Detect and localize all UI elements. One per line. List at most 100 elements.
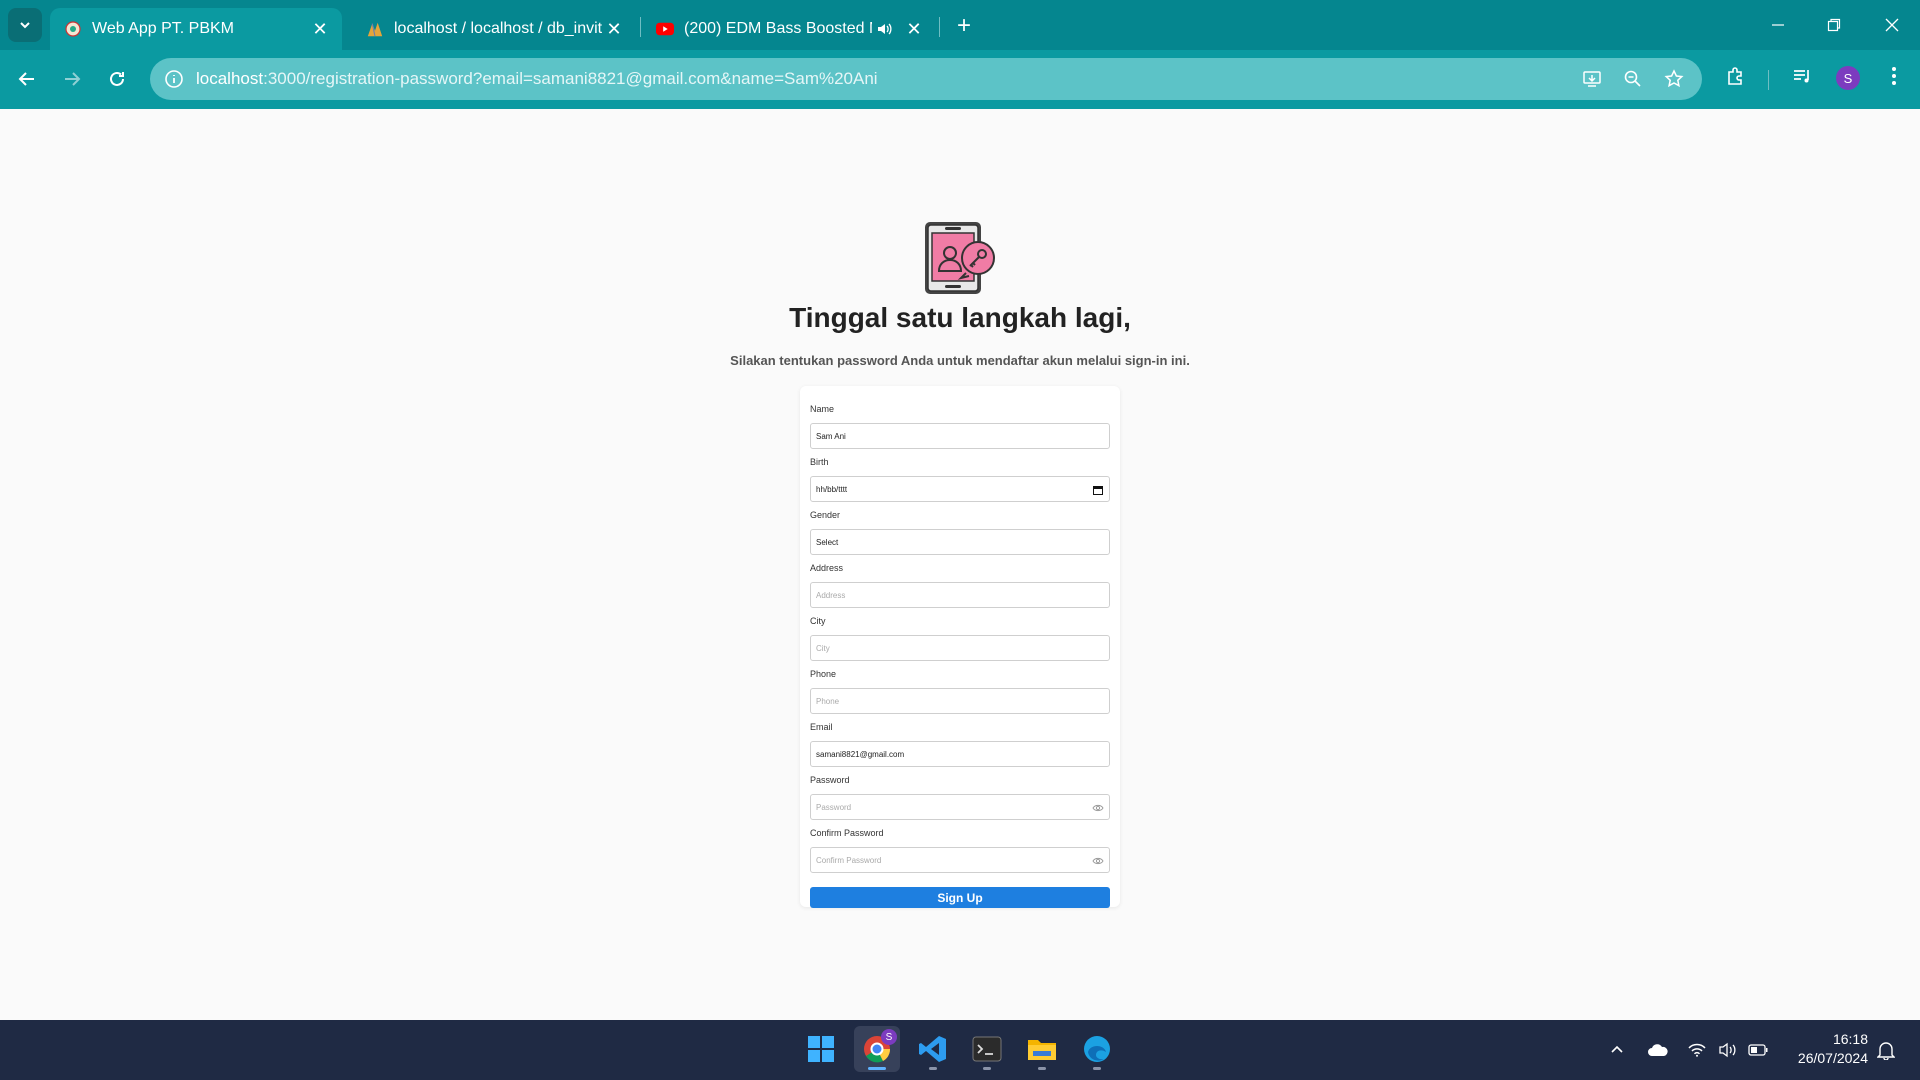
birth-date-input[interactable]: hh/bb/tttt: [810, 476, 1110, 502]
tab-strip: Web App PT. PBKM ✕ localhost / localhost…: [0, 0, 1920, 50]
browser-chrome: Web App PT. PBKM ✕ localhost / localhost…: [0, 0, 1920, 109]
tab-search-button[interactable]: [8, 8, 42, 42]
clock-date: 26/07/2024: [1797, 1050, 1868, 1066]
browser-menu-icon[interactable]: [1880, 62, 1908, 90]
birth-value: hh/bb/tttt: [816, 484, 848, 494]
url-path: :3000/registration-password?email=samani…: [263, 69, 878, 88]
password-input[interactable]: Password: [810, 794, 1110, 820]
address-field-group: Address Address: [810, 563, 1110, 608]
tab-title: Web App PT. PBKM: [92, 20, 234, 37]
sign-up-button[interactable]: Sign Up: [810, 887, 1110, 908]
taskbar-vscode[interactable]: [910, 1026, 956, 1072]
terminal-icon: [972, 1036, 1002, 1062]
city-input[interactable]: City: [810, 635, 1110, 661]
tab-youtube[interactable]: (200) EDM Bass Boosted Mu ✕: [644, 8, 936, 50]
system-clock[interactable]: 16:18 26/07/2024: [1782, 1030, 1868, 1068]
windows-logo-icon: [808, 1036, 834, 1062]
phone-input[interactable]: Phone: [810, 688, 1110, 714]
close-icon: [1885, 18, 1899, 32]
site-favicon-icon: [64, 20, 82, 38]
audio-playing-icon[interactable]: [872, 17, 896, 41]
page-title: Tinggal satu langkah lagi,: [789, 302, 1131, 333]
minimize-icon: [1772, 24, 1784, 26]
clock-time: 16:18: [1832, 1031, 1868, 1047]
address-input[interactable]: Address: [810, 582, 1110, 608]
taskbar-chrome[interactable]: S: [854, 1026, 900, 1072]
volume-icon[interactable]: [1716, 1038, 1740, 1062]
birth-field-group: Birth hh/bb/tttt: [810, 457, 1110, 502]
vscode-icon: [919, 1036, 946, 1062]
tab-phpmyadmin[interactable]: localhost / localhost / db_invitation ✕: [352, 8, 636, 50]
taskbar-terminal[interactable]: [964, 1026, 1010, 1072]
minimize-button[interactable]: [1750, 0, 1806, 50]
taskbar: S 16:18 26/07/2024: [0, 1020, 1920, 1080]
start-button[interactable]: [798, 1026, 844, 1072]
site-info-icon[interactable]: [162, 67, 186, 91]
eye-icon[interactable]: [1092, 856, 1104, 866]
email-field-group: Email samani8821@gmail.com: [810, 722, 1110, 767]
name-label: Name: [810, 404, 835, 414]
city-field-group: City City: [810, 616, 1110, 661]
forward-button[interactable]: [55, 62, 89, 96]
tab-web-app[interactable]: Web App PT. PBKM ✕: [50, 8, 342, 50]
folder-icon: [1028, 1040, 1056, 1060]
tab-separator: [939, 17, 940, 37]
password-label: Password: [810, 775, 850, 785]
running-indicator: [1093, 1067, 1101, 1070]
tablet-user-key-icon: [923, 221, 997, 295]
city-label: City: [810, 616, 826, 626]
restore-icon: [1827, 18, 1841, 32]
bookmark-star-icon[interactable]: [1662, 67, 1686, 91]
zoom-icon[interactable]: [1621, 67, 1645, 91]
close-tab-icon[interactable]: ✕: [308, 17, 332, 41]
media-controls-icon[interactable]: [1788, 62, 1816, 90]
profile-avatar[interactable]: S: [1836, 66, 1860, 90]
gender-label: Gender: [810, 510, 841, 520]
taskbar-edge[interactable]: [1074, 1026, 1120, 1072]
close-window-button[interactable]: [1864, 0, 1920, 50]
tab-title: (200) EDM Bass Boosted Mu: [684, 20, 872, 37]
confirm-password-label: Confirm Password: [810, 828, 884, 838]
address-bar[interactable]: localhost:3000/registration-password?ema…: [150, 58, 1702, 100]
back-button[interactable]: [10, 62, 44, 96]
wifi-icon[interactable]: [1685, 1038, 1709, 1062]
confirm-password-placeholder: Confirm Password: [816, 855, 882, 865]
chevron-down-icon: [20, 22, 30, 29]
email-input[interactable]: samani8821@gmail.com: [810, 741, 1110, 767]
password-field-group: Password Password: [810, 775, 1110, 820]
install-app-icon[interactable]: [1580, 67, 1604, 91]
youtube-icon: [656, 20, 674, 38]
name-input[interactable]: Sam Ani: [810, 423, 1110, 449]
toolbar-separator: [1768, 70, 1769, 90]
restore-button[interactable]: [1806, 0, 1862, 50]
confirm-password-field-group: Confirm Password Confirm Password: [810, 828, 1110, 873]
browser-toolbar: localhost:3000/registration-password?ema…: [0, 50, 1920, 109]
phpmyadmin-icon: [366, 20, 384, 38]
running-indicator: [929, 1067, 937, 1070]
page-content: Tinggal satu langkah lagi, Silakan tentu…: [0, 109, 1920, 1020]
birth-label: Birth: [810, 457, 829, 467]
calendar-icon[interactable]: [1092, 485, 1104, 495]
close-tab-icon[interactable]: ✕: [902, 17, 926, 41]
running-indicator: [868, 1067, 886, 1070]
address-label: Address: [810, 563, 844, 573]
running-indicator: [983, 1067, 991, 1070]
close-tab-icon[interactable]: ✕: [602, 17, 626, 41]
url-text[interactable]: localhost:3000/registration-password?ema…: [196, 69, 878, 89]
battery-icon[interactable]: [1746, 1038, 1770, 1062]
extensions-icon[interactable]: [1722, 62, 1750, 90]
running-indicator: [1038, 1067, 1046, 1070]
onedrive-icon[interactable]: [1646, 1038, 1670, 1062]
taskbar-file-explorer[interactable]: [1019, 1026, 1065, 1072]
notifications-bell-icon[interactable]: [1874, 1038, 1898, 1062]
edge-icon: [1084, 1036, 1110, 1062]
reload-button[interactable]: [100, 62, 134, 96]
name-field-group: Name Sam Ani: [810, 404, 1110, 449]
gender-select[interactable]: Select: [810, 529, 1110, 555]
arrow-right-icon: [65, 72, 81, 86]
eye-icon[interactable]: [1092, 803, 1104, 813]
confirm-password-input[interactable]: Confirm Password: [810, 847, 1110, 873]
new-tab-button[interactable]: +: [950, 12, 978, 40]
show-hidden-icons-button[interactable]: [1605, 1038, 1629, 1062]
chrome-profile-badge: S: [881, 1029, 897, 1045]
